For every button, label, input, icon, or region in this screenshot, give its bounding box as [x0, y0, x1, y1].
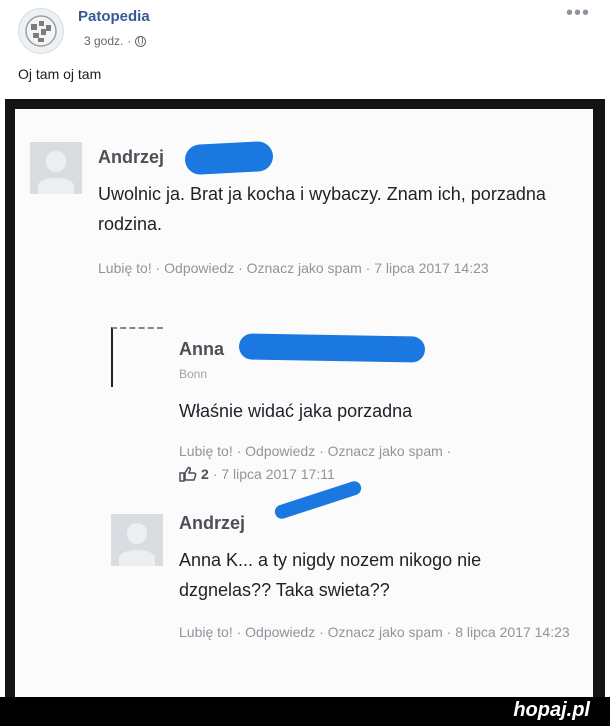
comment-author[interactable]: Andrzej: [98, 147, 164, 168]
reply-actions[interactable]: Lubię to! · Odpowiedz · Oznacz jako spam…: [179, 440, 451, 462]
page-avatar[interactable]: [18, 8, 64, 54]
page-name-link[interactable]: Patopedia: [78, 8, 150, 25]
more-options-button[interactable]: •••: [566, 3, 590, 23]
like-count-row[interactable]: 2 · 7 lipca 2017 17:11: [179, 466, 335, 482]
reply-text: Właśnie widać jaka porzadna: [179, 401, 413, 421]
redaction-scribble: [273, 479, 363, 521]
post-time[interactable]: 3 godz.: [84, 34, 123, 48]
comment-actions[interactable]: Lubię to! · Odpowiedz · Oznacz jako spam…: [98, 257, 558, 279]
reply-actions[interactable]: Lubię to! · Odpowiedz · Oznacz jako spam…: [179, 621, 579, 643]
facebook-post: Patopedia 3 godz. · ••• Oj tam oj tam An…: [0, 0, 610, 697]
post-text: Oj tam oj tam: [18, 66, 102, 82]
meta-separator: ·: [127, 34, 132, 48]
comment-text: Uwolnic ja. Brat ja kocha i wybaczy. Zna…: [98, 184, 546, 234]
globe-icon: [135, 35, 147, 47]
wikipedia-globe-icon: [25, 15, 57, 47]
reply-date: · 7 lipca 2017 17:11: [212, 466, 335, 482]
redaction-scribble: [184, 140, 274, 176]
reply-author[interactable]: Anna: [179, 339, 224, 360]
watermark-logo: hopaj.pl: [513, 699, 590, 721]
thumbs-up-icon: [179, 466, 197, 482]
like-count: 2: [201, 466, 209, 482]
screenshot-image: Andrzej Uwolnic ja. Brat ja kocha i wyba…: [5, 99, 605, 697]
redaction-scribble: [238, 333, 426, 363]
reply-author[interactable]: Andrzej: [179, 513, 245, 534]
post-meta: 3 godz. ·: [84, 34, 147, 48]
reply-location: Bonn: [179, 367, 208, 381]
reply-text: Anna K... a ty nigdy nozem nikogo nie dz…: [179, 550, 482, 600]
commenter-avatar: [30, 142, 82, 194]
reply-avatar: [111, 514, 163, 566]
reply-avatar: [111, 327, 163, 387]
post-header: Patopedia 3 godz. · •••: [18, 3, 598, 56]
screenshot-content: Andrzej Uwolnic ja. Brat ja kocha i wyba…: [15, 109, 593, 697]
